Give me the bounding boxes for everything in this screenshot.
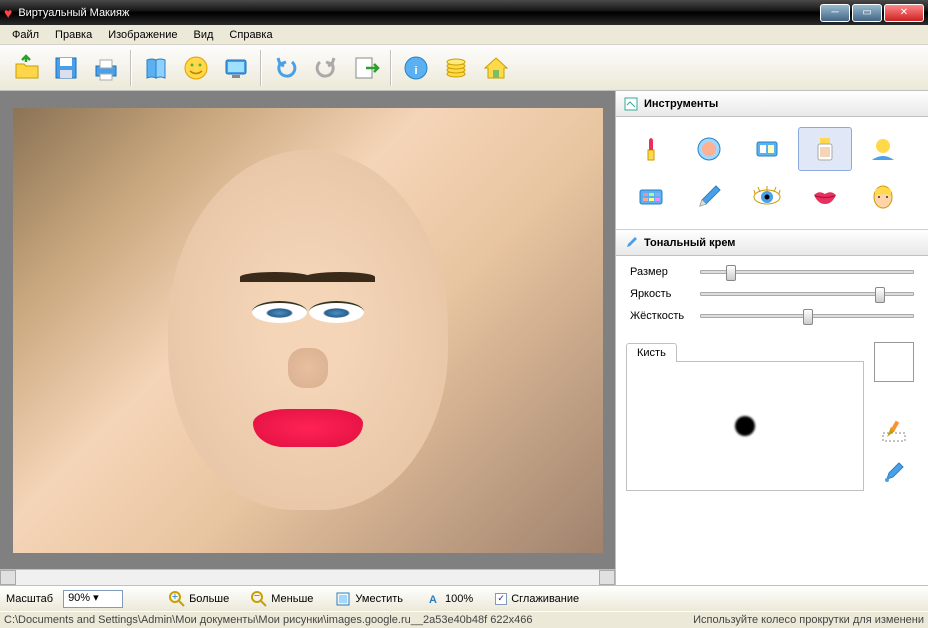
menu-edit[interactable]: Правка xyxy=(47,27,100,43)
color-swatch[interactable] xyxy=(874,342,914,382)
zoom-out-button[interactable]: −Меньше xyxy=(245,589,319,609)
smiley-button[interactable] xyxy=(176,48,216,88)
current-tool-title: Тональный крем xyxy=(644,237,735,249)
tool-eyeshadow-palette[interactable] xyxy=(624,175,678,219)
undo-button[interactable] xyxy=(266,48,306,88)
main-toolbar: i xyxy=(0,45,928,91)
tool-eye-color[interactable] xyxy=(740,175,794,219)
heart-icon: ♥ xyxy=(4,5,12,21)
tool-pencil[interactable] xyxy=(682,175,736,219)
zoom-select[interactable]: 90% ▾ xyxy=(63,590,123,608)
menu-bar: Файл Правка Изображение Вид Справка xyxy=(0,25,928,45)
scale-label: Масштаб xyxy=(6,593,53,605)
tool-lips-smile[interactable] xyxy=(798,175,852,219)
brush-select-button[interactable] xyxy=(874,412,914,448)
brush-tab[interactable]: Кисть xyxy=(626,343,677,362)
close-button[interactable]: ✕ xyxy=(884,4,924,22)
menu-image[interactable]: Изображение xyxy=(100,27,185,43)
monitor-button[interactable] xyxy=(216,48,256,88)
fit-button[interactable]: Уместить xyxy=(329,589,409,609)
tools-panel-header: Инструменты xyxy=(616,91,928,117)
smoothing-checkbox[interactable]: ✓Сглаживание xyxy=(489,591,585,607)
open-button[interactable] xyxy=(6,48,46,88)
brush-dot xyxy=(735,416,755,436)
tool-eyeshadow-single[interactable] xyxy=(740,127,794,171)
menu-help[interactable]: Справка xyxy=(221,27,280,43)
status-bar: C:\Documents and Settings\Admin\Мои доку… xyxy=(0,611,928,628)
tool-grid xyxy=(616,117,928,230)
image-canvas[interactable] xyxy=(0,91,615,569)
tool-foundation[interactable] xyxy=(798,127,852,171)
title-bar: ♥ Виртуальный Макияж ─ ▭ ✕ xyxy=(0,0,928,25)
tools-icon xyxy=(624,97,638,111)
status-hint: Используйте колесо прокрутки для изменен… xyxy=(693,614,924,626)
brush-icon xyxy=(624,236,638,250)
tool-lipstick[interactable] xyxy=(624,127,678,171)
svg-text:−: − xyxy=(254,591,260,602)
tool-face-shape[interactable] xyxy=(856,175,910,219)
export-button[interactable] xyxy=(346,48,386,88)
tools-title: Инструменты xyxy=(644,98,718,110)
menu-view[interactable]: Вид xyxy=(186,27,222,43)
hardness-slider[interactable] xyxy=(700,314,914,318)
eyedropper-button[interactable] xyxy=(874,454,914,490)
size-slider[interactable] xyxy=(700,270,914,274)
menu-file[interactable]: Файл xyxy=(4,27,47,43)
horizontal-scrollbar[interactable] xyxy=(0,569,615,585)
book-button[interactable] xyxy=(136,48,176,88)
hardness-label: Жёсткость xyxy=(630,310,700,322)
brush-preview xyxy=(626,361,864,491)
zoom-in-button[interactable]: +Больше xyxy=(163,589,235,609)
coins-button[interactable] xyxy=(436,48,476,88)
info-button[interactable]: i xyxy=(396,48,436,88)
svg-text:A: A xyxy=(429,594,437,606)
window-title: Виртуальный Макияж xyxy=(18,7,129,19)
print-button[interactable] xyxy=(86,48,126,88)
size-label: Размер xyxy=(630,266,700,278)
tool-tan[interactable] xyxy=(856,127,910,171)
redo-button[interactable] xyxy=(306,48,346,88)
minimize-button[interactable]: ─ xyxy=(820,4,850,22)
photo xyxy=(13,108,603,553)
status-path: C:\Documents and Settings\Admin\Мои доку… xyxy=(4,614,532,626)
canvas-area xyxy=(0,91,615,585)
save-button[interactable] xyxy=(46,48,86,88)
current-tool-header: Тональный крем xyxy=(616,230,928,256)
tool-blush[interactable] xyxy=(682,127,736,171)
svg-text:i: i xyxy=(414,65,417,77)
brightness-label: Яркость xyxy=(630,288,700,300)
maximize-button[interactable]: ▭ xyxy=(852,4,882,22)
brightness-slider[interactable] xyxy=(700,292,914,296)
bottom-bar: Масштаб 90% ▾ +Больше −Меньше Уместить A… xyxy=(0,585,928,611)
home-button[interactable] xyxy=(476,48,516,88)
hundred-button[interactable]: A100% xyxy=(419,589,479,609)
svg-text:+: + xyxy=(172,591,178,603)
